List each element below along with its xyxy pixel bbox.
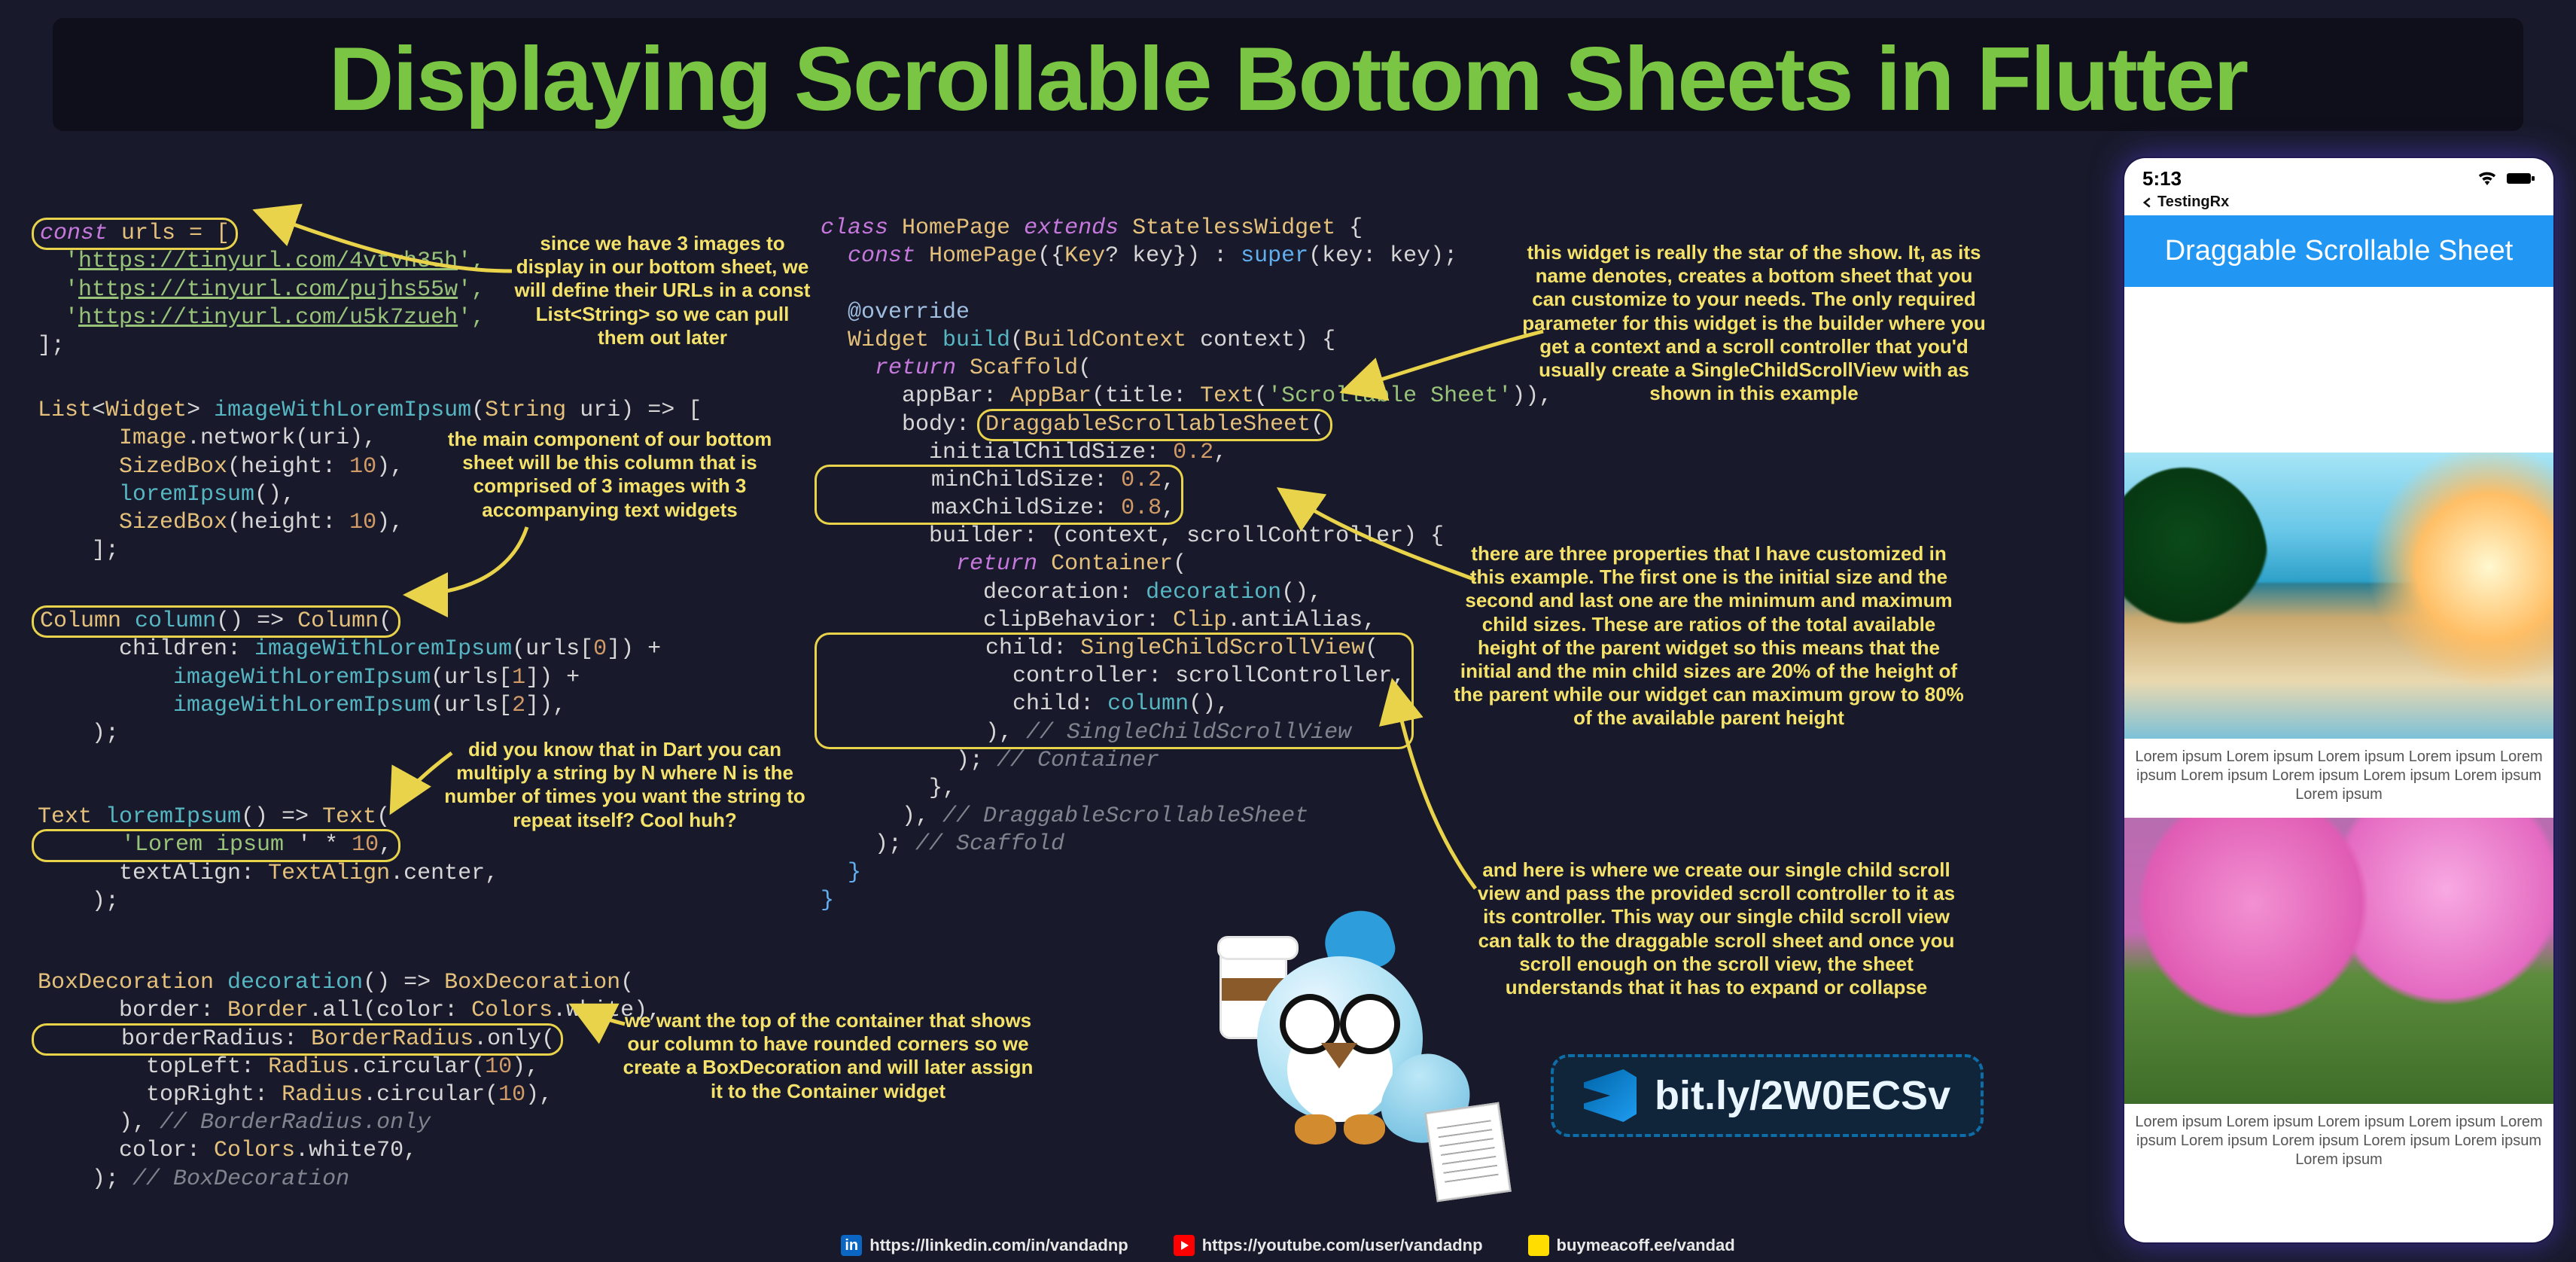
wifi-icon [2477, 167, 2498, 191]
phone-image-beach [2124, 453, 2553, 739]
phone-ipsum-2: Lorem ipsum Lorem ipsum Lorem ipsum Lore… [2124, 1104, 2553, 1183]
note-urls: since we have 3 images to display in our… [512, 232, 813, 349]
phone-time: 5:13 [2142, 167, 2182, 191]
code-urls-block: const urls = [ 'https://tinyurl.com/4vtv… [38, 192, 485, 360]
note-sizes: there are three properties that I have c… [1453, 542, 1965, 730]
social-buymeacoffee[interactable]: buymeacoff.ee/vandad [1528, 1235, 1735, 1256]
phone-ipsum-1: Lorem ipsum Lorem ipsum Lorem ipsum Lore… [2124, 739, 2553, 818]
page-title: Displaying Scrollable Bottom Sheets in F… [53, 18, 2523, 131]
note-scroll: and here is where we create our single c… [1468, 858, 1965, 999]
phone-mockup: 5:13 TestingRx Draggable Scrollable Shee… [2124, 158, 2553, 1242]
shortlink-text: bit.ly/2W0ECSv [1655, 1072, 1950, 1119]
vscode-icon [1584, 1069, 1637, 1122]
note-multiply: did you know that in Dart you can multip… [437, 738, 813, 832]
phone-device-label: TestingRx [2124, 194, 2553, 215]
code-homepage-class: class HomePage extends StatelessWidget {… [821, 187, 1552, 915]
social-linkedin[interactable]: in https://linkedin.com/in/vandadnp [841, 1235, 1128, 1256]
social-youtube[interactable]: https://youtube.com/user/vandadnp [1174, 1235, 1483, 1256]
note-column: the main component of our bottom sheet w… [422, 428, 798, 522]
phone-status-bar: 5:13 [2124, 158, 2553, 194]
battery-icon [2507, 167, 2535, 191]
code-column-func: Column column() => Column( children: ima… [38, 580, 661, 748]
youtube-icon [1174, 1235, 1195, 1256]
linkedin-icon: in [841, 1235, 862, 1256]
mascot-bird [1197, 866, 1468, 1205]
note-draggable: this widget is really the star of the sh… [1521, 241, 1987, 405]
code-decoration-func: BoxDecoration decoration() => BoxDecorat… [38, 941, 661, 1193]
note-decoration: we want the top of the container that sh… [617, 1009, 1039, 1103]
phone-image-blossom [2124, 818, 2553, 1104]
code-lorem-func: Text loremIpsum() => Text( 'Lorem ipsum … [38, 776, 498, 916]
shortlink-badge[interactable]: bit.ly/2W0ECSv [1551, 1054, 1984, 1137]
buymeacoffee-icon [1528, 1235, 1549, 1256]
phone-appbar-title: Draggable Scrollable Sheet [2124, 215, 2553, 287]
